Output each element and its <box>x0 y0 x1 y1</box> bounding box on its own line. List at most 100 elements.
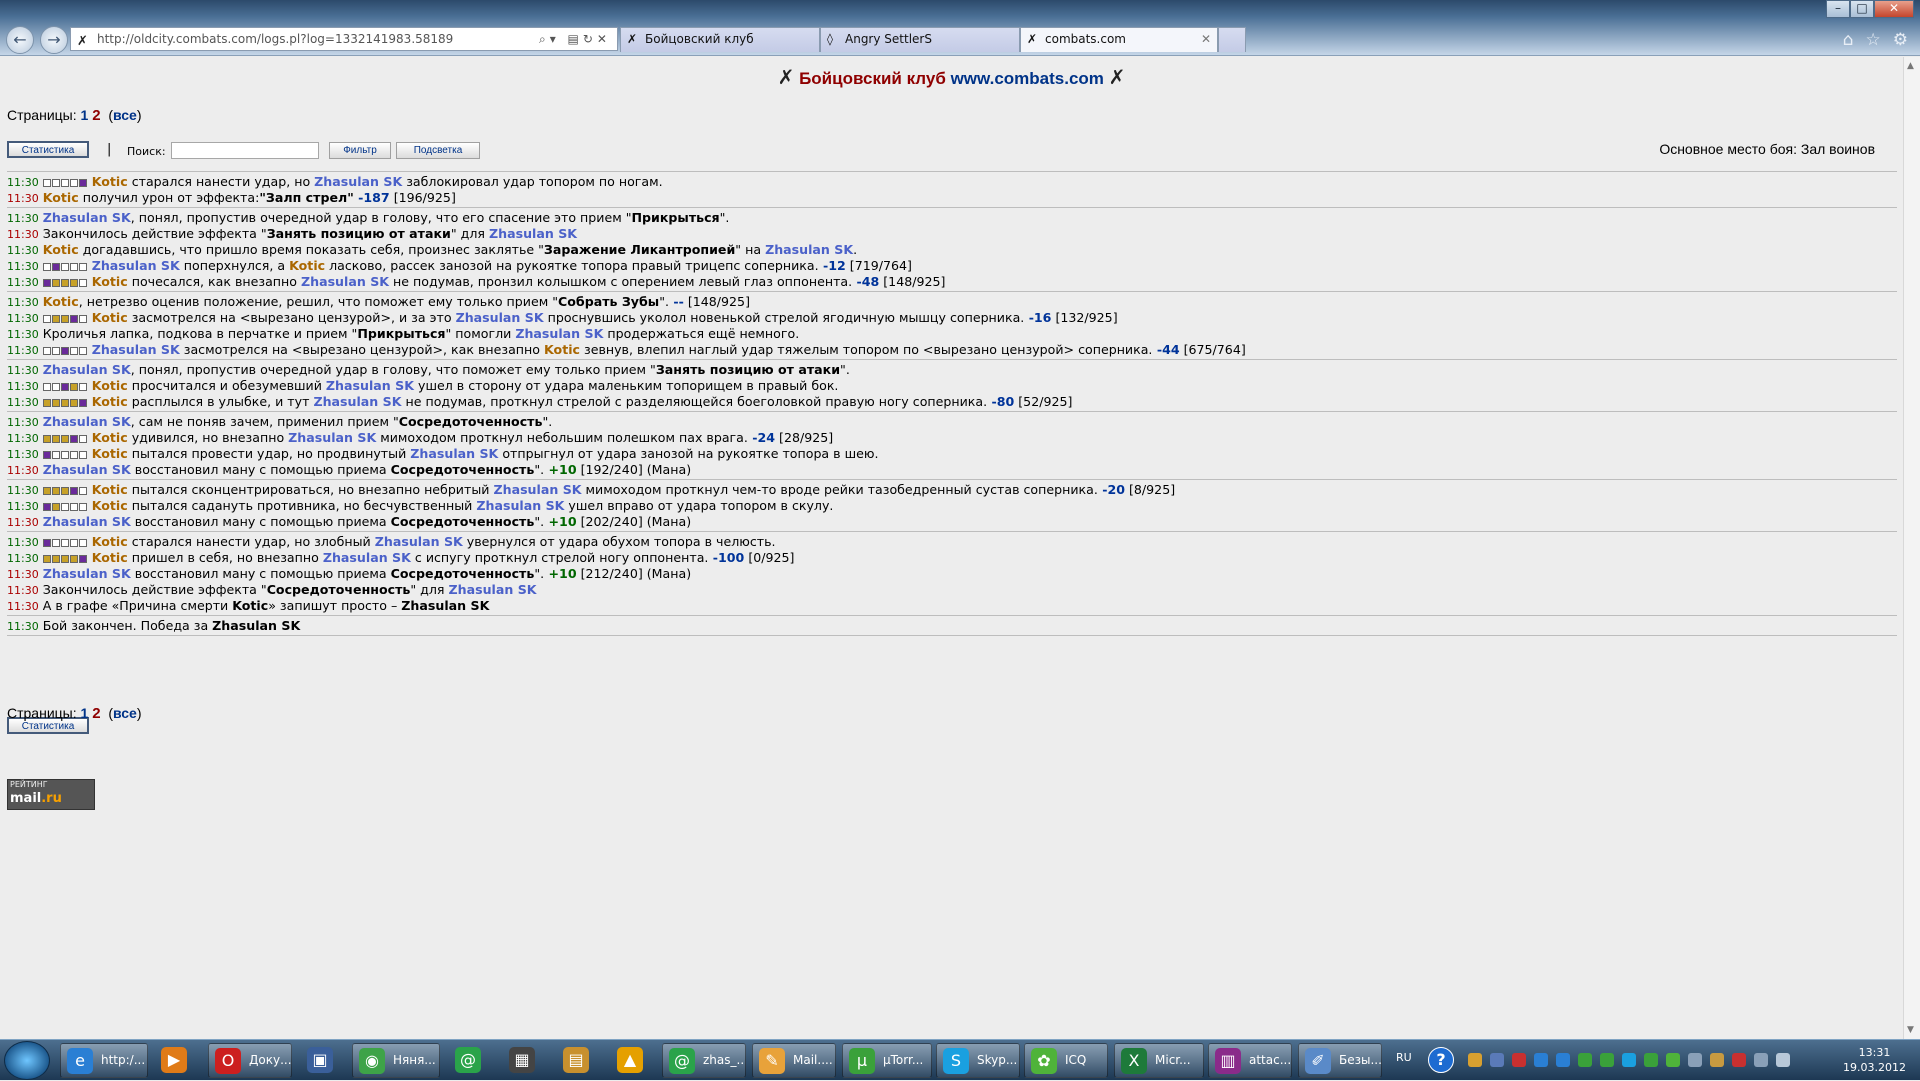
back-icon[interactable]: ← <box>6 26 34 54</box>
player-zhasulan[interactable]: Zhasulan SK <box>212 618 300 633</box>
home-icon[interactable]: ⌂ <box>1843 30 1854 50</box>
tray-icon[interactable] <box>1622 1053 1636 1067</box>
player-zhasulan[interactable]: Zhasulan SK <box>456 310 544 325</box>
player-zhasulan[interactable]: Zhasulan SK <box>288 430 376 445</box>
favorites-star-icon[interactable]: ☆ <box>1866 30 1881 50</box>
pin-clapper[interactable]: ▦ <box>500 1043 544 1078</box>
task-mail-agent[interactable]: @ zhas_... <box>662 1043 746 1078</box>
start-button[interactable] <box>4 1041 50 1080</box>
volume-icon[interactable] <box>1776 1053 1790 1067</box>
close-tab-icon[interactable]: ✕ <box>1201 28 1211 51</box>
task-winrar[interactable]: ▥ attac... <box>1208 1043 1292 1078</box>
player-kotic[interactable]: Kotic <box>92 310 128 325</box>
clock[interactable]: 13:31 19.03.2012 <box>1843 1045 1906 1075</box>
player-zhasulan[interactable]: Zhasulan SK <box>323 550 411 565</box>
player-kotic[interactable]: Kotic <box>544 342 580 357</box>
tray-icon[interactable] <box>1600 1053 1614 1067</box>
maximize-icon[interactable]: □ <box>1850 0 1874 18</box>
task-ie[interactable]: e http:/... <box>60 1043 148 1078</box>
tray-icon[interactable] <box>1644 1053 1658 1067</box>
player-zhasulan[interactable]: Zhasulan SK <box>92 258 180 273</box>
task-opera[interactable]: O Доку... <box>208 1043 292 1078</box>
address-bar[interactable]: ✗ http://oldcity.combats.com/logs.pl?log… <box>70 27 618 51</box>
player-zhasulan[interactable]: Zhasulan SK <box>489 226 577 241</box>
player-kotic[interactable]: Kotic <box>92 274 128 289</box>
player-zhasulan[interactable]: Zhasulan SK <box>449 582 537 597</box>
player-zhasulan[interactable]: Zhasulan SK <box>326 378 414 393</box>
player-kotic[interactable]: Kotic <box>92 498 128 513</box>
pin-mailagent[interactable]: @ <box>446 1043 490 1078</box>
task-icq[interactable]: ✿ ICQ <box>1024 1043 1108 1078</box>
player-zhasulan[interactable]: Zhasulan SK <box>493 482 581 497</box>
pin-media[interactable]: ▶ <box>152 1043 196 1078</box>
page-current-2[interactable]: 2 <box>92 705 100 722</box>
scroll-up-icon[interactable]: ▲ <box>1907 61 1914 71</box>
player-kotic[interactable]: Kotic <box>92 430 128 445</box>
tray-icon[interactable] <box>1710 1053 1724 1067</box>
tray-icon[interactable] <box>1578 1053 1592 1067</box>
forward-icon[interactable]: → <box>40 26 68 54</box>
player-kotic[interactable]: Kotic <box>43 242 79 257</box>
close-window-icon[interactable]: ✕ <box>1874 0 1914 18</box>
tray-icon[interactable] <box>1512 1053 1526 1067</box>
search-input[interactable] <box>171 142 319 159</box>
highlight-button[interactable]: Подсветка <box>396 142 480 159</box>
player-kotic[interactable]: Kotic <box>92 550 128 565</box>
player-zhasulan[interactable]: Zhasulan SK <box>43 566 131 581</box>
player-zhasulan[interactable]: Zhasulan SK <box>313 394 401 409</box>
player-kotic[interactable]: Kotic <box>92 534 128 549</box>
player-kotic[interactable]: Kotic <box>92 394 128 409</box>
gear-icon[interactable]: ⚙ <box>1893 30 1908 50</box>
page-current-2[interactable]: 2 <box>92 107 100 124</box>
player-zhasulan[interactable]: Zhasulan SK <box>43 414 131 429</box>
tab-angry-settlers[interactable]: ◊ Angry SettlerS <box>820 27 1020 52</box>
player-kotic[interactable]: Kotic <box>92 482 128 497</box>
tab-combats-com[interactable]: ✗ combats.com ✕ <box>1020 27 1218 52</box>
player-zhasulan[interactable]: Zhasulan SK <box>375 534 463 549</box>
pin-box[interactable]: ▤ <box>554 1043 598 1078</box>
player-zhasulan[interactable]: Zhasulan SK <box>301 274 389 289</box>
player-kotic[interactable]: Kotic <box>289 258 325 273</box>
page-link-all[interactable]: все <box>113 705 137 721</box>
tray-icon[interactable] <box>1556 1053 1570 1067</box>
mailru-rating-badge[interactable]: РЕЙТИНГ mail.ru <box>7 779 95 810</box>
tab-combats-club[interactable]: ✗ Бойцовский клуб <box>620 27 820 52</box>
scroll-down-icon[interactable]: ▼ <box>1907 1025 1914 1035</box>
language-indicator[interactable]: RU <box>1396 1051 1412 1064</box>
player-zhasulan[interactable]: Zhasulan SK <box>515 326 603 341</box>
player-zhasulan[interactable]: Zhasulan SK <box>410 446 498 461</box>
tray-icon[interactable] <box>1490 1053 1504 1067</box>
tray-icon[interactable] <box>1732 1053 1746 1067</box>
player-zhasulan[interactable]: Zhasulan SK <box>43 514 131 529</box>
tray-icon[interactable] <box>1534 1053 1548 1067</box>
new-tab-button[interactable] <box>1218 27 1246 52</box>
network-icon[interactable] <box>1754 1053 1768 1067</box>
page-link-1[interactable]: 1 <box>81 705 89 721</box>
player-zhasulan[interactable]: Zhasulan SK <box>43 210 131 225</box>
player-zhasulan[interactable]: Zhasulan SK <box>43 462 131 477</box>
page-link-all[interactable]: все <box>113 107 137 123</box>
task-mail[interactable]: ✎ Mail.... <box>752 1043 836 1078</box>
filter-button[interactable]: Фильтр <box>329 142 391 159</box>
player-kotic[interactable]: Kotic <box>232 598 268 613</box>
player-kotic[interactable]: Kotic <box>43 294 79 309</box>
player-kotic[interactable]: Kotic <box>92 378 128 393</box>
help-icon[interactable]: ? <box>1428 1047 1454 1073</box>
task-paint[interactable]: ✐ Безы... <box>1298 1043 1382 1078</box>
task-skype[interactable]: S Skyp... <box>936 1043 1020 1078</box>
player-zhasulan[interactable]: Zhasulan SK <box>314 174 402 189</box>
title-site-link[interactable]: www.combats.com <box>951 69 1104 88</box>
player-zhasulan[interactable]: Zhasulan SK <box>476 498 564 513</box>
vertical-scrollbar[interactable]: ▲ ▼ <box>1903 57 1920 1039</box>
stats-button[interactable]: Статистика <box>7 141 89 158</box>
player-zhasulan[interactable]: Zhasulan SK <box>43 362 131 377</box>
pin-aimp[interactable]: ▲ <box>608 1043 652 1078</box>
task-utorrent[interactable]: µ µTorr... <box>842 1043 932 1078</box>
player-zhasulan[interactable]: Zhasulan SK <box>92 342 180 357</box>
minimize-icon[interactable]: – <box>1826 0 1850 18</box>
page-link-1[interactable]: 1 <box>81 107 89 123</box>
player-zhasulan[interactable]: Zhasulan SK <box>401 598 489 613</box>
tray-icon[interactable] <box>1666 1053 1680 1067</box>
player-kotic[interactable]: Kotic <box>92 174 128 189</box>
player-kotic[interactable]: Kotic <box>43 190 79 205</box>
